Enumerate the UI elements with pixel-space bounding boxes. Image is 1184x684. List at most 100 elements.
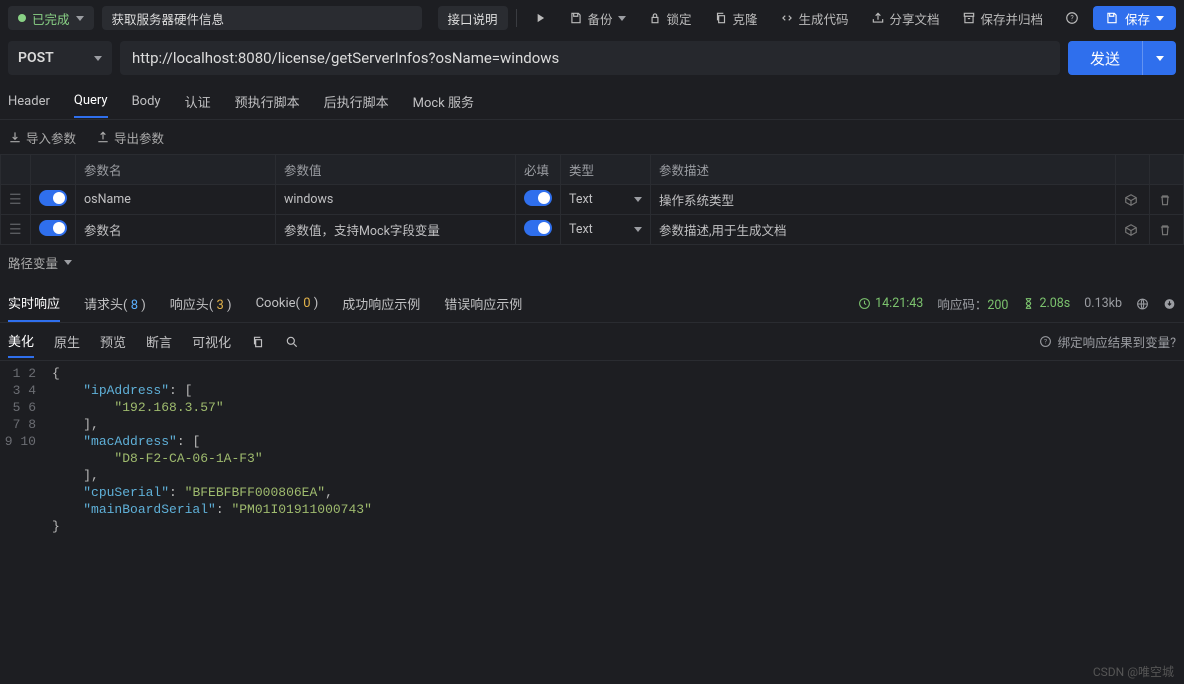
param-type-select[interactable]: Text <box>561 185 651 215</box>
tab-query[interactable]: Query <box>74 85 108 118</box>
backup-button[interactable]: 备份 <box>561 6 634 30</box>
chevron-down-icon <box>64 260 72 265</box>
tab-visualize[interactable]: 可视化 <box>192 326 231 357</box>
enable-toggle[interactable] <box>39 220 67 236</box>
save-archive-button[interactable]: 保存并归档 <box>954 6 1052 30</box>
tab-body[interactable]: Body <box>132 86 161 117</box>
tab-post-script[interactable]: 后执行脚本 <box>324 84 389 119</box>
url-input[interactable]: http://localhost:8080/license/getServerI… <box>120 41 1060 75</box>
trash-icon <box>1158 193 1172 207</box>
chevron-down-icon <box>1156 16 1164 21</box>
tab-mock[interactable]: Mock 服务 <box>413 84 474 119</box>
param-value-input[interactable]: windows <box>276 185 516 215</box>
enable-toggle[interactable] <box>39 190 67 206</box>
tab-raw[interactable]: 原生 <box>54 326 80 357</box>
drag-handle-icon[interactable]: ☰ <box>9 222 22 238</box>
response-editor[interactable]: 1 2 3 4 5 6 7 8 9 10 { "ipAddress": [ "1… <box>0 361 1184 631</box>
box-icon <box>1124 193 1138 207</box>
tab-request-headers[interactable]: 请求头( 8 ) <box>84 286 146 321</box>
chevron-down-icon <box>94 56 102 61</box>
code-icon <box>780 11 794 25</box>
archive-icon <box>962 11 976 25</box>
clock-icon <box>858 297 871 310</box>
api-desc-button[interactable]: 接口说明 <box>438 6 508 30</box>
body-subtabs: 美化 原生 预览 断言 可视化 ? 绑定响应结果到变量? <box>0 323 1184 361</box>
param-value-input[interactable]: 参数值，支持Mock字段变量 <box>276 215 516 245</box>
tab-realtime-response[interactable]: 实时响应 <box>8 285 60 322</box>
tab-pre-script[interactable]: 预执行脚本 <box>235 84 300 119</box>
tab-cookie[interactable]: Cookie( 0 ) <box>256 288 319 319</box>
run-button[interactable] <box>525 6 555 30</box>
svg-text:?: ? <box>1044 338 1047 346</box>
response-size: 0.13kb <box>1084 296 1122 311</box>
code-content: { "ipAddress": [ "192.168.3.57" ], "macA… <box>46 361 372 631</box>
required-toggle[interactable] <box>524 220 552 236</box>
delete-button[interactable] <box>1150 215 1184 245</box>
param-type-select[interactable]: Text <box>561 215 651 245</box>
param-desc-input[interactable]: 操作系统类型 <box>651 185 1116 215</box>
required-toggle[interactable] <box>524 190 552 206</box>
tab-preview[interactable]: 预览 <box>100 326 126 357</box>
copy-icon <box>251 335 265 349</box>
line-gutter: 1 2 3 4 5 6 7 8 9 10 <box>0 361 46 631</box>
tab-assert[interactable]: 断言 <box>146 326 172 357</box>
save-button[interactable]: 保存 <box>1093 6 1176 30</box>
play-icon <box>533 11 547 25</box>
send-button[interactable]: 发送 <box>1068 41 1176 75</box>
request-bar: POST http://localhost:8080/license/getSe… <box>0 38 1184 78</box>
tab-pretty[interactable]: 美化 <box>8 325 34 358</box>
share-icon <box>871 11 885 25</box>
lock-icon <box>648 11 662 25</box>
tab-success-example[interactable]: 成功响应示例 <box>342 286 420 321</box>
insert-button[interactable] <box>1116 215 1150 245</box>
help-icon: ? <box>1065 11 1079 25</box>
save-icon <box>569 11 583 25</box>
lock-button[interactable]: 锁定 <box>640 6 700 30</box>
param-name-input[interactable]: osName <box>76 185 276 215</box>
box-icon <box>1124 223 1138 237</box>
search-button[interactable] <box>285 329 299 355</box>
response-elapsed: 2.08s <box>1022 296 1070 311</box>
import-params-button[interactable]: 导入参数 <box>8 128 76 147</box>
help-icon: ? <box>1039 335 1052 348</box>
trash-icon <box>1158 223 1172 237</box>
globe-icon[interactable] <box>1136 297 1149 310</box>
request-tabs: Header Query Body 认证 预执行脚本 后执行脚本 Mock 服务 <box>0 84 1184 120</box>
response-time: 14:21:43 <box>858 296 923 311</box>
export-icon <box>96 130 110 144</box>
bind-variable-link[interactable]: ? 绑定响应结果到变量? <box>1039 332 1176 351</box>
share-button[interactable]: 分享文档 <box>863 6 948 30</box>
tab-error-example[interactable]: 错误响应示例 <box>444 286 522 321</box>
tab-header[interactable]: Header <box>8 86 50 117</box>
download-icon[interactable] <box>1163 297 1176 310</box>
help-button[interactable]: ? <box>1057 6 1087 30</box>
api-name-input[interactable]: 获取服务器硬件信息 <box>102 6 422 30</box>
export-params-button[interactable]: 导出参数 <box>96 128 164 147</box>
chevron-down-icon <box>634 197 642 202</box>
drag-handle-icon[interactable]: ☰ <box>9 192 22 208</box>
status-label: 已完成 <box>32 9 70 28</box>
watermark: CSDN @唯空城 <box>1093 663 1174 680</box>
status-dot-icon <box>18 14 26 22</box>
clone-icon <box>714 11 728 25</box>
gen-code-button[interactable]: 生成代码 <box>772 6 857 30</box>
svg-text:?: ? <box>1070 14 1074 22</box>
table-header-row: 参数名 参数值 必填 类型 参数描述 <box>1 155 1184 185</box>
params-table: 参数名 参数值 必填 类型 参数描述 ☰ osName windows Text… <box>0 154 1184 245</box>
clone-button[interactable]: 克隆 <box>706 6 766 30</box>
insert-button[interactable] <box>1116 185 1150 215</box>
method-dropdown[interactable]: POST <box>8 41 112 75</box>
status-badge[interactable]: 已完成 <box>8 6 94 30</box>
path-variables-toggle[interactable]: 路径变量 <box>0 245 1184 279</box>
tab-auth[interactable]: 认证 <box>185 84 211 119</box>
param-desc-input[interactable]: 参数描述,用于生成文档 <box>651 215 1116 245</box>
delete-button[interactable] <box>1150 185 1184 215</box>
tab-response-headers[interactable]: 响应头( 3 ) <box>170 286 232 321</box>
send-dropdown[interactable] <box>1142 41 1176 75</box>
hourglass-icon <box>1022 297 1035 310</box>
search-icon <box>285 335 299 349</box>
param-name-input[interactable]: 参数名 <box>76 215 276 245</box>
copy-button[interactable] <box>251 329 265 355</box>
chevron-down-icon <box>76 16 84 21</box>
import-icon <box>8 130 22 144</box>
